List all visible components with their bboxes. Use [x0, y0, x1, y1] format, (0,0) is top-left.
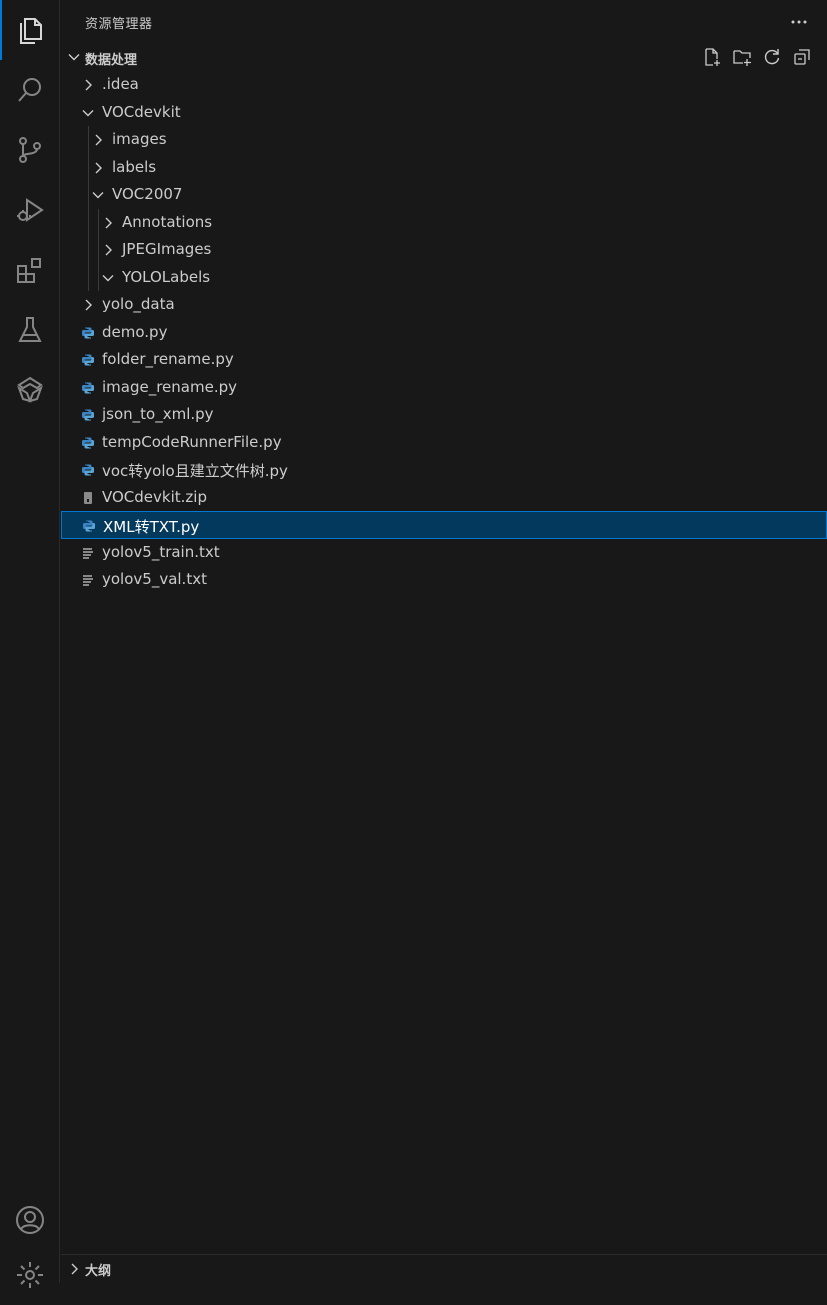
indent-guide — [98, 263, 99, 291]
tree-item-label: json_to_xml.py — [102, 405, 214, 423]
text-file-icon — [83, 547, 93, 559]
more-actions-icon[interactable] — [789, 12, 809, 32]
explorer-sidebar: 资源管理器 数据处理 .idea VOCdevkit images labels VOC… — [61, 0, 827, 1283]
tree-item-label: image_rename.py — [102, 377, 237, 396]
explorer-icon[interactable] — [0, 0, 60, 60]
tree-file-row[interactable]: yolov5_train.txt — [61, 539, 827, 567]
sidebar-header: 资源管理器 — [61, 0, 827, 44]
tree-file-row[interactable]: tempCodeRunnerFile.py — [61, 429, 827, 457]
new-file-icon[interactable] — [701, 46, 723, 68]
tree-folder-row[interactable]: .idea — [61, 71, 827, 99]
source-control-icon[interactable] — [0, 120, 60, 180]
zip-file-icon — [84, 491, 92, 504]
tree-folder-row[interactable]: images — [61, 126, 827, 154]
tree-item-label: JPEGImages — [122, 240, 212, 258]
python-file-icon — [82, 464, 94, 476]
extension-logo-icon[interactable] — [0, 360, 60, 420]
tree-file-row[interactable]: demo.py — [61, 319, 827, 347]
python-file-icon — [82, 409, 94, 421]
tree-item-label: voc转yolo且建立文件树.py — [102, 462, 288, 480]
file-tree: .idea VOCdevkit images labels VOC2007 Annotat… — [61, 71, 827, 594]
indent-guide — [88, 263, 89, 291]
tree-file-row[interactable]: folder_rename.py — [61, 346, 827, 374]
tree-item-label: tempCodeRunnerFile.py — [102, 432, 282, 451]
tree-folder-row[interactable]: Annotations — [61, 208, 827, 236]
tree-item-label: VOC2007 — [112, 185, 183, 203]
tree-item-label: XML转TXT.py — [103, 518, 200, 536]
sidebar-title: 资源管理器 — [85, 17, 153, 32]
run-debug-icon[interactable] — [0, 180, 60, 240]
tree-folder-row[interactable]: VOC2007 — [61, 181, 827, 209]
tree-item-label: demo.py — [102, 322, 168, 341]
tree-file-row[interactable]: VOCdevkit.zip — [61, 484, 827, 512]
chevron-down-icon[interactable] — [81, 106, 95, 120]
chevron-right-icon — [71, 1263, 78, 1275]
indent-guide — [88, 153, 89, 181]
tree-item-label: yolov5_val.txt — [102, 570, 207, 588]
indent-guide — [88, 236, 89, 264]
chevron-down-icon — [68, 54, 80, 61]
outline-title: 大纲 — [85, 1264, 112, 1279]
chevron-right-icon[interactable] — [91, 133, 105, 147]
tree-item-label: images — [112, 130, 167, 148]
python-file-icon — [82, 382, 94, 393]
tree-item-label: folder_rename.py — [102, 350, 234, 368]
workspace-title: 数据处理 — [85, 53, 138, 68]
indent-guide — [98, 208, 99, 236]
outline-section-header[interactable]: 大纲 — [61, 1254, 827, 1283]
tree-folder-row[interactable]: JPEGImages — [61, 236, 827, 264]
python-file-icon — [82, 437, 94, 448]
chevron-right-icon[interactable] — [91, 161, 105, 175]
tree-item-label: yolo_data — [102, 295, 175, 313]
chevron-down-icon[interactable] — [91, 188, 105, 202]
refresh-icon[interactable] — [761, 46, 783, 68]
indent-guide — [88, 181, 89, 209]
tree-item-label: YOLOLabels — [122, 267, 211, 286]
tree-item-label: yolov5_train.txt — [102, 542, 220, 561]
tree-item-label: .idea — [102, 75, 139, 93]
testing-icon[interactable] — [0, 300, 60, 360]
tree-file-row[interactable]: voc转yolo且建立文件树.py — [61, 456, 827, 484]
chevron-right-icon[interactable] — [101, 243, 115, 257]
chevron-down-icon[interactable] — [101, 271, 115, 285]
search-icon[interactable] — [0, 60, 60, 120]
tree-item-label: VOCdevkit — [102, 102, 181, 121]
tree-file-row[interactable]: image_rename.py — [61, 374, 827, 402]
tree-item-label: labels — [112, 157, 157, 176]
tree-item-label: Annotations — [122, 212, 213, 231]
tree-file-row[interactable]: XML转TXT.py — [61, 511, 827, 539]
extensions-icon[interactable] — [0, 240, 60, 300]
python-file-icon — [82, 327, 94, 338]
tree-file-row[interactable]: json_to_xml.py — [61, 401, 827, 429]
collapse-all-icon[interactable] — [791, 46, 813, 68]
new-folder-icon[interactable] — [731, 46, 753, 68]
python-file-icon — [83, 520, 95, 532]
workspace-section-header[interactable]: 数据处理 — [61, 44, 827, 71]
chevron-right-icon[interactable] — [81, 298, 95, 312]
settings-gear-icon[interactable] — [0, 1245, 60, 1305]
tree-folder-row[interactable]: labels — [61, 153, 827, 181]
section-actions — [701, 46, 813, 68]
text-file-icon — [83, 575, 93, 586]
activity-bar — [0, 0, 60, 1288]
indent-guide — [98, 236, 99, 264]
indent-guide — [88, 126, 89, 154]
indent-guide — [88, 208, 89, 236]
tree-folder-row[interactable]: VOCdevkit — [61, 99, 827, 127]
tree-file-row[interactable]: yolov5_val.txt — [61, 566, 827, 594]
tree-folder-row[interactable]: YOLOLabels — [61, 263, 827, 291]
account-icon[interactable] — [0, 1190, 60, 1250]
chevron-right-icon[interactable] — [81, 78, 95, 92]
python-file-icon — [82, 354, 94, 366]
chevron-right-icon[interactable] — [101, 216, 115, 230]
tree-folder-row[interactable]: yolo_data — [61, 291, 827, 319]
tree-item-label: VOCdevkit.zip — [102, 487, 207, 506]
